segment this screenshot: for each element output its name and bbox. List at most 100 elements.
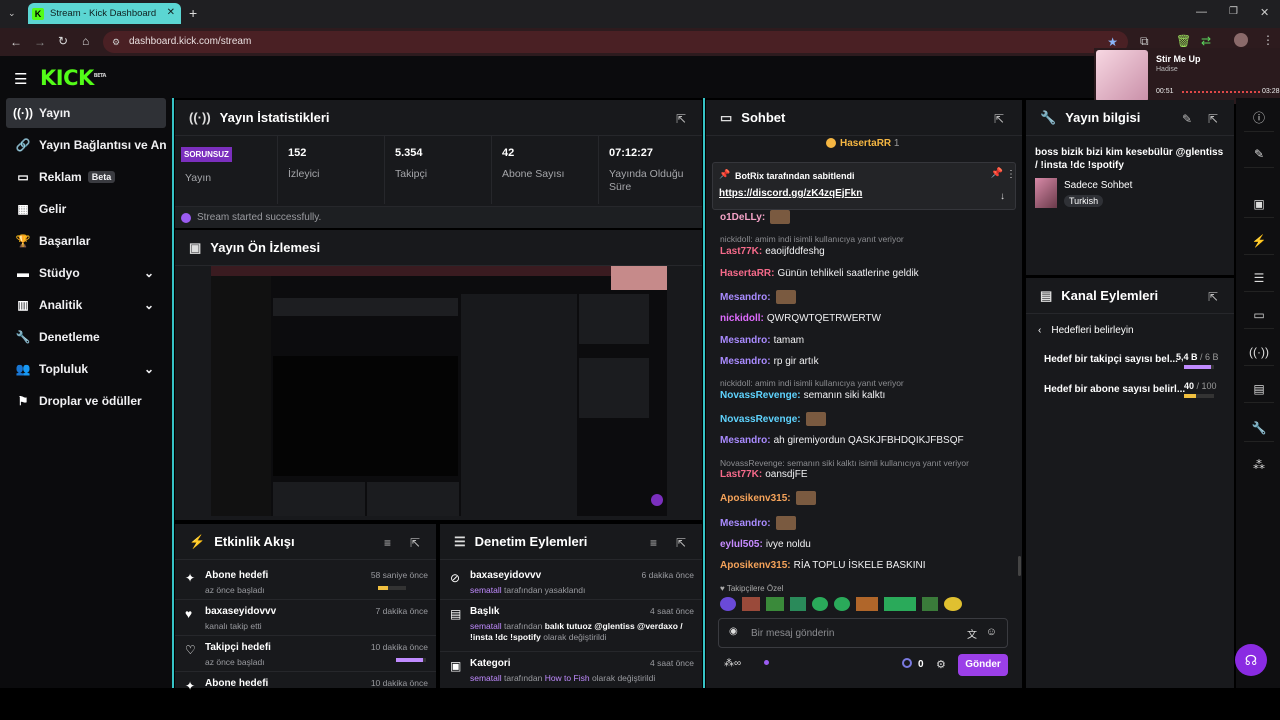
chat-username[interactable]: Last77K: — [720, 469, 762, 480]
translate-icon[interactable]: 文 — [967, 626, 977, 641]
chat-message[interactable]: Mesandro: — [720, 290, 796, 304]
chat-message[interactable]: nickidoll: QWRQWTQETRWERTW — [720, 313, 881, 324]
chat-username[interactable]: NovassRevenge: — [720, 390, 801, 401]
kick-logo[interactable]: KICKBETA — [40, 66, 106, 90]
back-icon[interactable]: ← — [10, 35, 22, 49]
chat-username[interactable]: Mesandro: — [720, 435, 771, 446]
more-icon[interactable]: ⋮ — [1006, 169, 1016, 180]
chat-message[interactable]: Last77K: oansdjFE — [720, 469, 808, 480]
chat-message[interactable]: Aposikenv315: RİA TOPLU İSKELE BASKINI — [720, 560, 926, 571]
extensions-icon[interactable]: ⧉ — [1140, 34, 1149, 49]
pinned-link[interactable]: https://discord.gg/zK4zqEjFkn — [719, 188, 862, 199]
sidebar-item-drops[interactable]: ⚑ Droplar ve ödüller — [6, 386, 166, 416]
emote-picker-icon[interactable]: ◉ — [729, 626, 738, 637]
category-name[interactable]: Sadece Sohbet — [1064, 180, 1132, 191]
browser-menu-icon[interactable]: ⋮ — [1262, 33, 1274, 47]
extension-trash-icon[interactable]: 🗑 — [1176, 34, 1191, 48]
chat-input[interactable]: ◉ Bir mesaj gönderin 文 ☺ — [718, 618, 1008, 648]
popout-icon[interactable]: ⇱ — [410, 536, 422, 550]
subscriber-goal-label[interactable]: Hedef bir abone sayısı belirl... — [1044, 384, 1185, 395]
goals-back[interactable]: ‹ Hedefleri belirleyin — [1038, 325, 1134, 336]
emote[interactable] — [812, 597, 828, 611]
chat-message[interactable]: NovassRevenge: semanın siki kalktı — [720, 390, 885, 401]
address-bar[interactable]: ⚙ dashboard.kick.com/stream ★ — [103, 31, 1128, 53]
emote[interactable] — [856, 597, 878, 611]
minimize-icon[interactable]: — — [1196, 6, 1207, 18]
window-close-icon[interactable]: ✕ — [1260, 6, 1269, 19]
broadcast-icon[interactable]: ((·)) — [1244, 338, 1274, 366]
emote[interactable] — [766, 597, 784, 611]
chat-message[interactable]: Mesandro: ah giremiyordun QASKJFBHDQIKJFB… — [720, 435, 964, 446]
chat-username[interactable]: Mesandro: — [720, 335, 771, 346]
send-button[interactable]: Gönder — [958, 654, 1008, 676]
forward-icon[interactable]: → — [34, 35, 46, 49]
site-info-icon[interactable]: ⚙ — [112, 31, 120, 53]
chat-username[interactable]: eylul505: — [720, 539, 763, 550]
actions-toggle-icon[interactable]: ▤ — [1244, 375, 1274, 403]
popout-icon[interactable]: ⇱ — [676, 112, 688, 126]
emote[interactable] — [742, 597, 760, 611]
follower-goal-label[interactable]: Hedef bir takipçi sayısı bel... — [1044, 354, 1178, 365]
stream-preview-video[interactable] — [211, 266, 667, 516]
chat-username[interactable]: Aposikenv315: — [720, 493, 791, 504]
sidebar-item-analytics[interactable]: ▥ Analitik ⌄ — [6, 290, 166, 320]
chat-username[interactable]: HasertaRR: — [720, 268, 774, 279]
more-widgets-icon[interactable]: ⁂ — [1244, 451, 1274, 479]
chat-message[interactable]: Mesandro: rp gir artık — [720, 356, 819, 367]
maximize-icon[interactable]: ❐ — [1229, 6, 1238, 17]
chat-message[interactable]: Mesandro: — [720, 516, 796, 530]
popout-icon[interactable]: ⇱ — [676, 536, 688, 550]
chat-message[interactable]: NovassRevenge: — [720, 412, 826, 426]
preview-toggle-icon[interactable]: ▣ — [1244, 190, 1274, 218]
emote[interactable] — [790, 597, 806, 611]
sidebar-item-stream-key[interactable]: 🔗Yayın Bağlantısı ve Anahtar — [6, 130, 166, 160]
collapse-icon[interactable]: ↓ — [1000, 191, 1005, 202]
chat-message[interactable]: Last77K: eaoijfddfeshg — [720, 246, 825, 257]
chat-message[interactable]: o1DeLLy: — [720, 210, 791, 224]
chat-settings-icon[interactable]: ⚙ — [936, 658, 946, 671]
tab-close-icon[interactable]: ✕ — [167, 7, 175, 18]
pencil-icon[interactable]: ✎ — [1244, 140, 1274, 168]
chat-scrollbar[interactable] — [1018, 556, 1021, 576]
filter-icon[interactable]: ≡ — [650, 536, 662, 550]
popout-icon[interactable]: ⇱ — [1208, 112, 1220, 126]
sidebar-item-revenue[interactable]: ▦ Gelir — [6, 194, 166, 224]
sidebar-item-ads[interactable]: ▭ Reklam Beta — [6, 162, 166, 192]
popout-icon[interactable]: ⇱ — [1208, 290, 1220, 304]
emote[interactable] — [834, 597, 850, 611]
browser-tab[interactable]: K Stream - Kick Dashboard ✕ — [28, 3, 181, 24]
chat-message[interactable]: HasertaRR: Günün tehlikeli saatlerine gel… — [720, 268, 919, 279]
sidebar-item-moderation[interactable]: 🔧 Denetleme — [6, 322, 166, 352]
emote[interactable] — [720, 597, 736, 611]
settings-dots-icon[interactable]: ⁂∞ — [724, 658, 741, 669]
info-icon[interactable]: ⓘ — [1244, 104, 1274, 132]
chat-username[interactable]: nickidoll: — [720, 313, 764, 324]
chat-message[interactable]: Aposikenv315: — [720, 491, 816, 505]
edit-icon[interactable]: ✎ — [1182, 112, 1194, 126]
emote[interactable] — [884, 597, 916, 611]
new-tab-icon[interactable]: + — [189, 5, 197, 21]
chat-username[interactable]: o1DeLLy: — [720, 212, 765, 223]
sidebar-item-studio[interactable]: ▬ Stüdyo ⌄ — [6, 258, 166, 288]
emoji-icon[interactable]: ☺ — [986, 626, 997, 638]
media-player-overlay[interactable]: Stir Me Up Hadise 00:51 03:28 — [1094, 48, 1280, 104]
lightning-icon[interactable]: ⚡ — [1244, 227, 1274, 255]
chat-toggle-icon[interactable]: ▭ — [1244, 301, 1274, 329]
emote[interactable] — [922, 597, 938, 611]
home-icon[interactable]: ⌂ — [82, 34, 89, 48]
media-waveform[interactable] — [1182, 91, 1262, 93]
sidebar-item-achievements[interactable]: 🏆 Başarılar — [6, 226, 166, 256]
sidebar-item-yayin[interactable]: ((·)) Yayın — [6, 98, 166, 128]
popout-icon[interactable]: ⇱ — [994, 112, 1006, 126]
chat-username[interactable]: Mesandro: — [720, 292, 771, 303]
chat-username[interactable]: Mesandro: — [720, 356, 771, 367]
hamburger-menu-icon[interactable]: ☰ — [14, 70, 27, 88]
filter-icon[interactable]: ≡ — [384, 536, 396, 550]
chat-username[interactable]: NovassRevenge: — [720, 414, 801, 425]
sidebar-item-community[interactable]: 👥 Topluluk ⌄ — [6, 354, 166, 384]
profile-avatar[interactable] — [1234, 33, 1248, 47]
extension-translate-icon[interactable]: ⇄ — [1201, 34, 1211, 48]
wrench-icon[interactable]: 🔧 — [1244, 414, 1274, 442]
unpin-icon[interactable]: 📌 — [991, 168, 1003, 179]
help-chat-button[interactable]: ☊ — [1235, 644, 1267, 676]
